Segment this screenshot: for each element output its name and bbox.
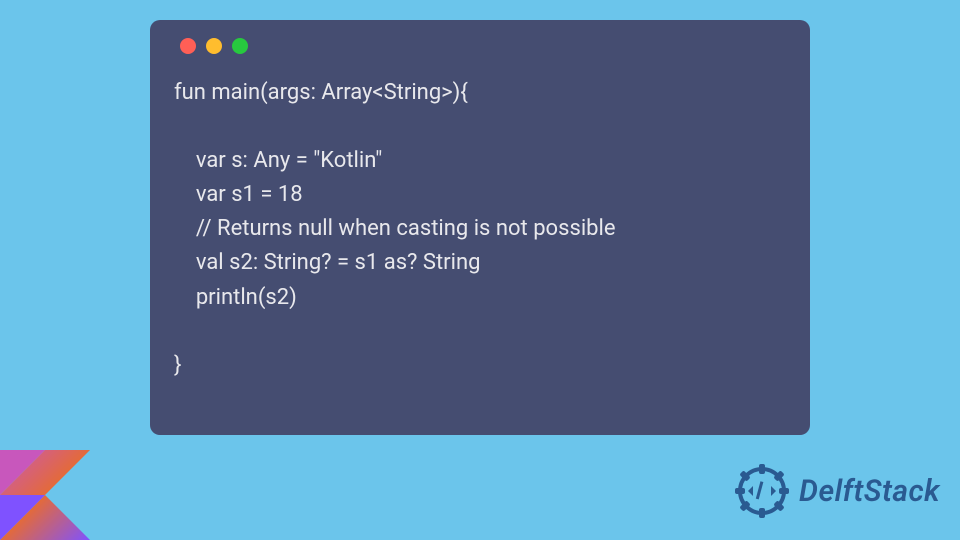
window-controls xyxy=(180,38,786,54)
brand-name: DelftStack xyxy=(799,474,940,509)
kotlin-logo-icon xyxy=(0,450,90,540)
minimize-icon xyxy=(206,38,222,54)
brand-gear-icon xyxy=(733,462,791,520)
maximize-icon xyxy=(232,38,248,54)
code-block: fun main(args: Array<String>){ var s: An… xyxy=(174,76,786,383)
code-window: fun main(args: Array<String>){ var s: An… xyxy=(150,20,810,435)
close-icon xyxy=(180,38,196,54)
brand: DelftStack xyxy=(733,462,940,520)
